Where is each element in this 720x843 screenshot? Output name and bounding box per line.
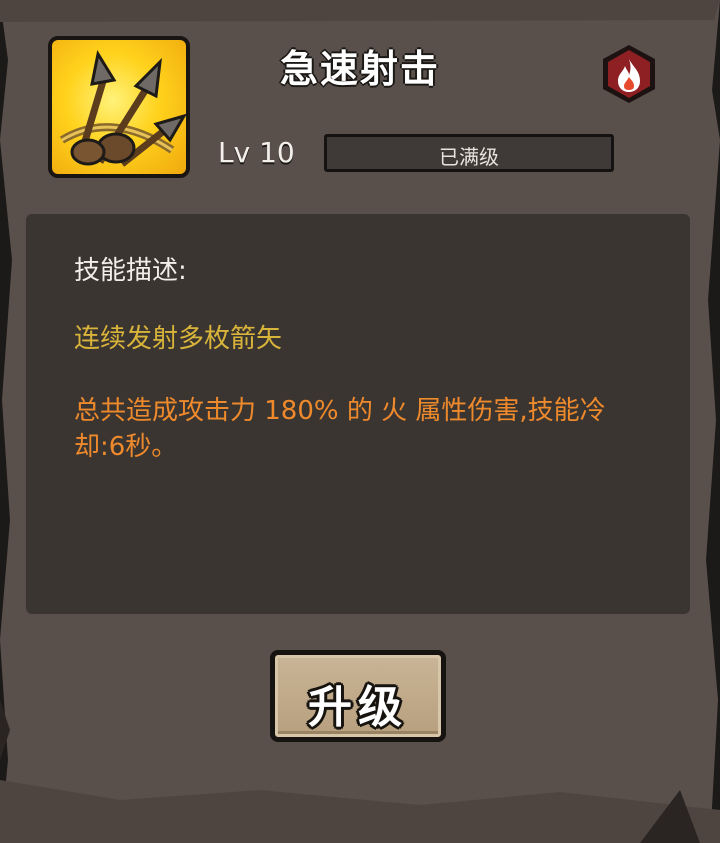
fire-icon [603, 45, 655, 103]
description-heading: 技能描述: [74, 256, 187, 286]
level-label: Lv 10 [218, 136, 295, 169]
skill-detail-panel: 急速射击 Lv 10 已满级 技能描述: 连续发射多枚箭矢 总共造成攻击力 18… [0, 0, 720, 843]
description-summary: 连续发射多枚箭矢 [74, 324, 283, 354]
upgrade-button[interactable]: 升级 [270, 650, 446, 742]
description-detail: 总共造成攻击力 180% 的 火 属性伤害,技能冷却:6秒。 [74, 396, 606, 462]
skill-title: 急速射击 [279, 47, 440, 91]
level-progress-bar: 已满级 [324, 134, 614, 172]
level-status-text: 已满级 [439, 145, 499, 169]
upgrade-button-label: 升级 [308, 682, 408, 733]
arrows-icon [48, 36, 190, 178]
